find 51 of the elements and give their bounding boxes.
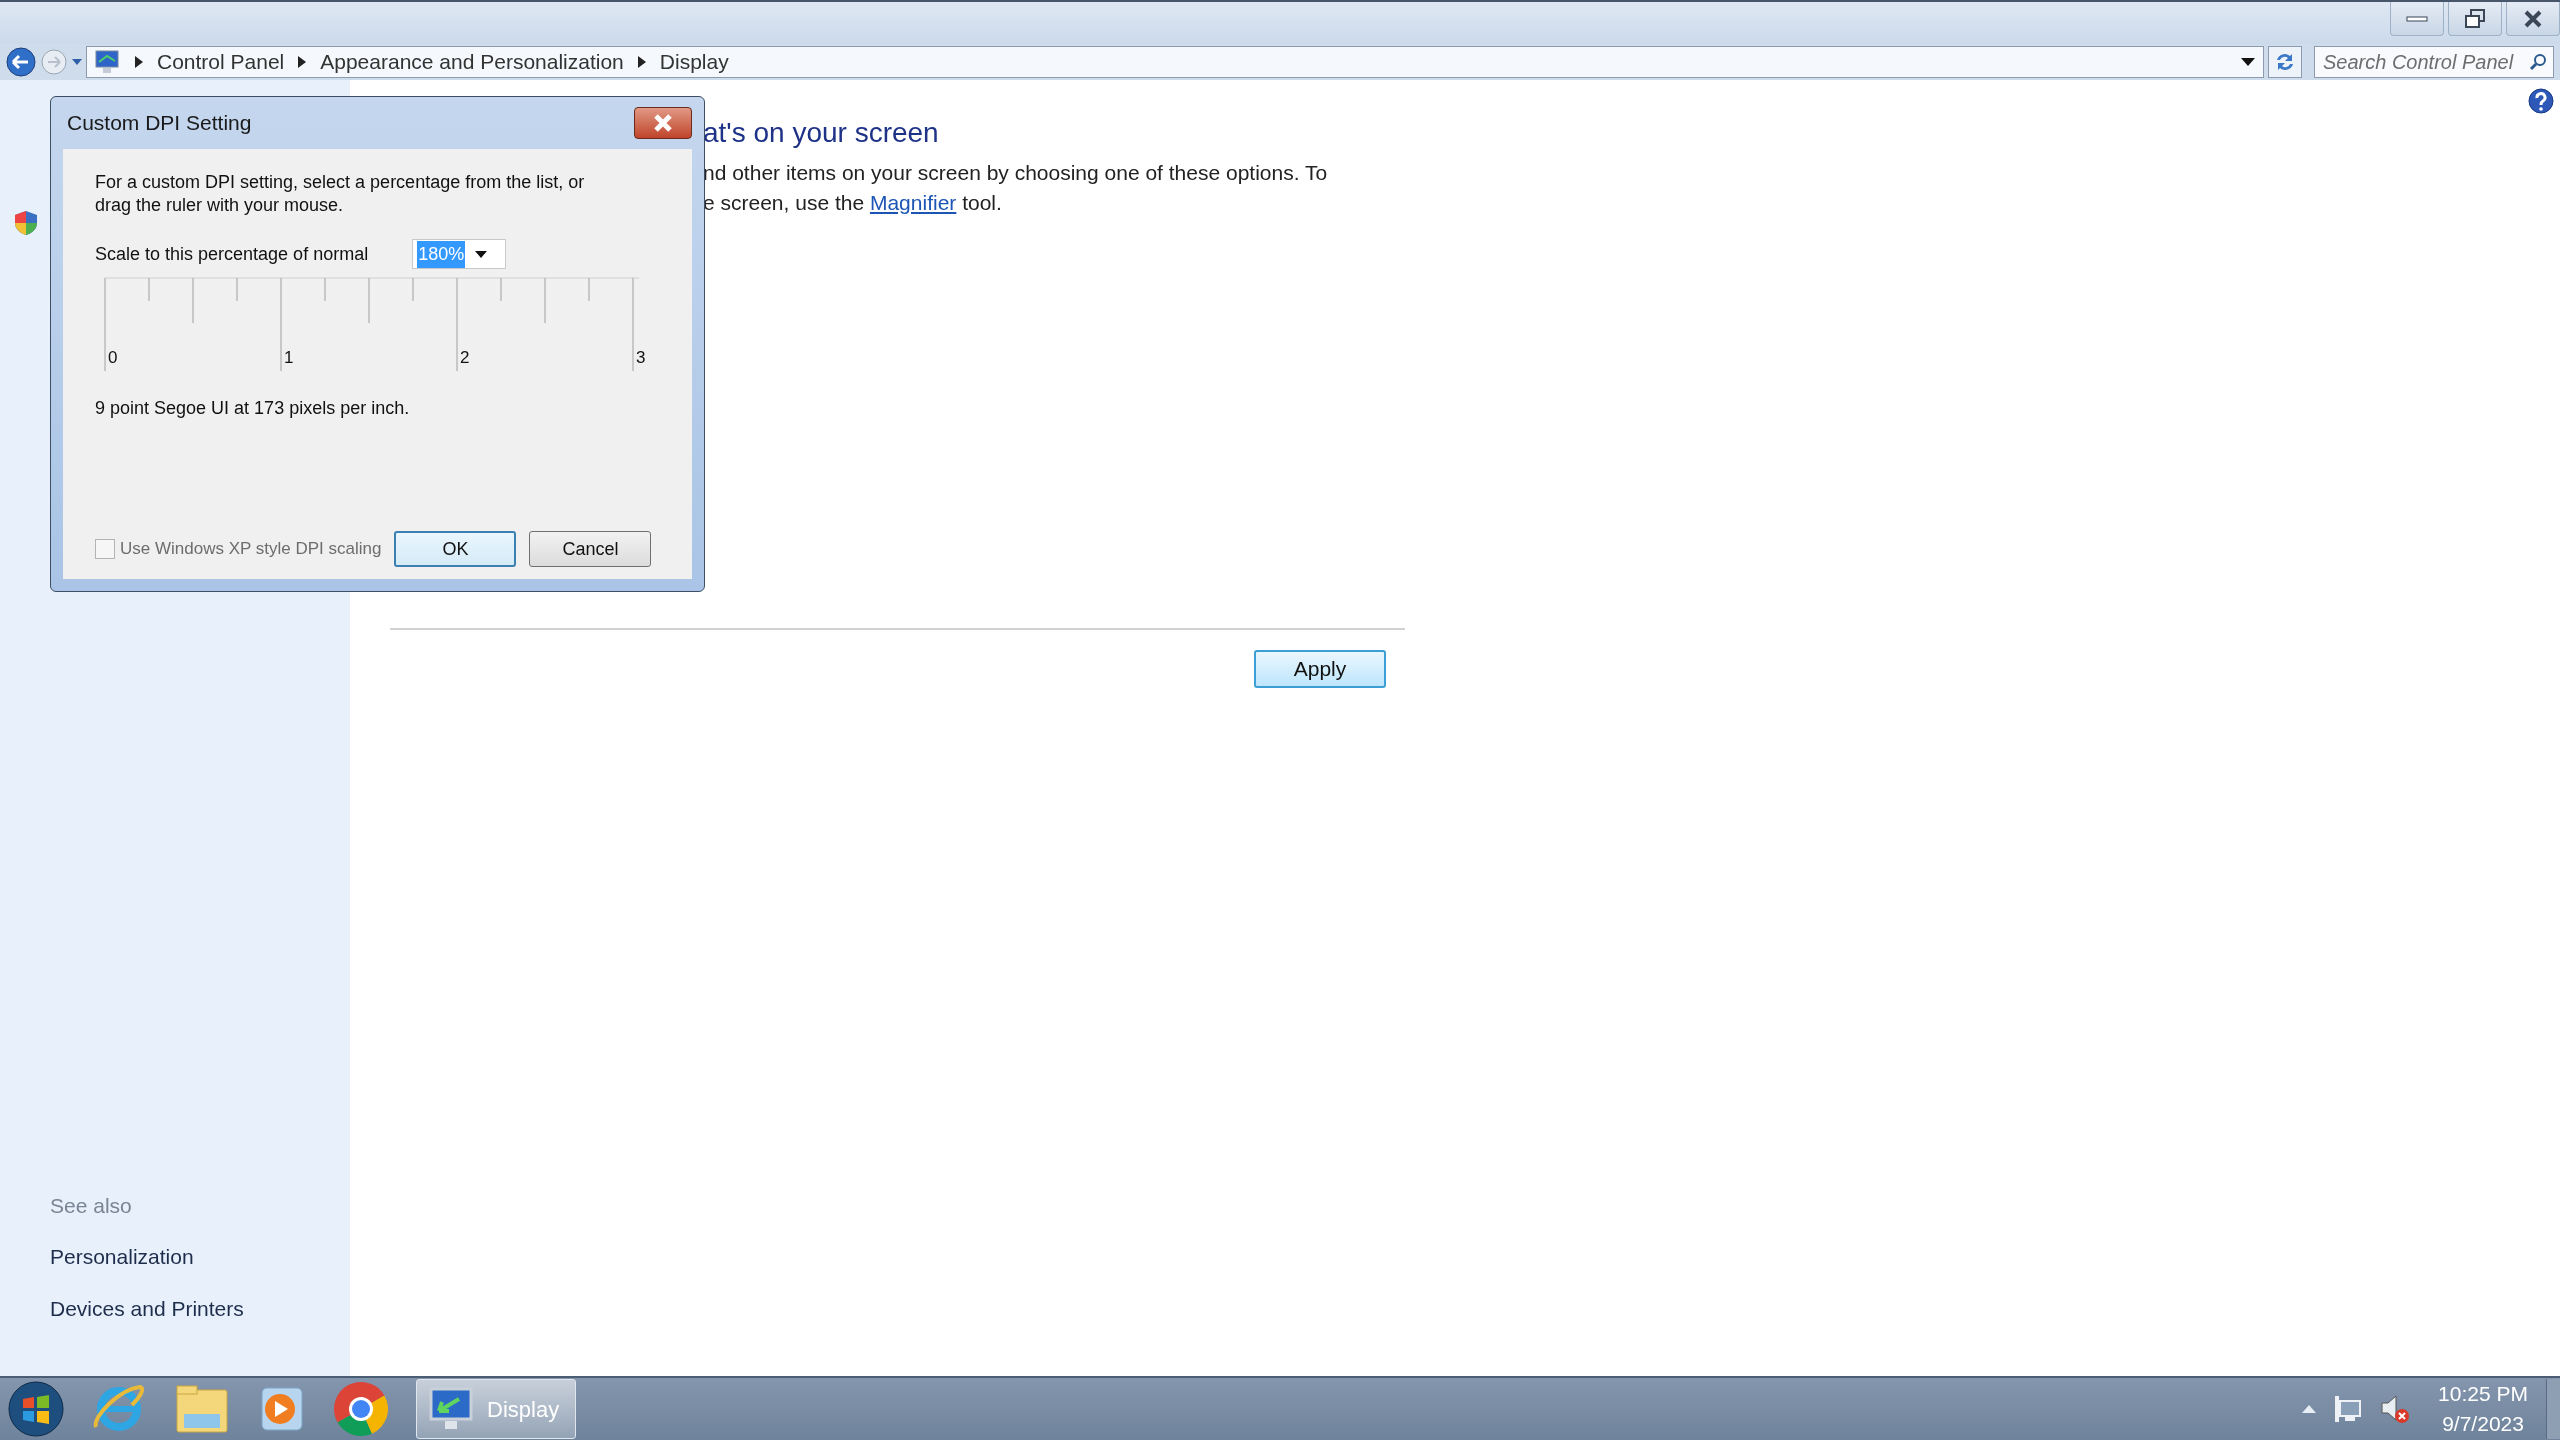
restore-button[interactable] — [2448, 2, 2502, 36]
caret-icon — [475, 250, 488, 258]
breadcrumb-link[interactable]: Control Panel — [157, 46, 285, 78]
refresh-icon — [2274, 51, 2296, 73]
search-icon — [2529, 53, 2547, 71]
magnifier-link[interactable]: Magnifier — [869, 190, 957, 214]
checkbox-label: Use Windows XP style DPI scaling — [120, 538, 382, 561]
close-icon — [2523, 9, 2543, 28]
help-icon[interactable] — [2528, 88, 2554, 114]
folder-icon[interactable] — [174, 1384, 230, 1434]
page-heading: at's on your screen — [703, 116, 940, 150]
ruler-label: 1 — [284, 347, 294, 369]
dialog-button[interactable]: OK — [394, 531, 517, 567]
restore-icon — [2464, 8, 2486, 29]
chevron-icon — [298, 56, 307, 68]
show-hidden-icons-arrow[interactable] — [2302, 1405, 2317, 1413]
chrome-icon[interactable] — [332, 1380, 390, 1438]
computer-icon — [95, 50, 121, 74]
network-icon[interactable] — [2334, 1395, 2363, 1423]
back-button[interactable] — [6, 47, 36, 77]
speaker-muted-icon[interactable] — [2380, 1394, 2411, 1424]
ruler-label: 2 — [460, 347, 470, 369]
ruler-label: 3 — [636, 347, 646, 369]
start-button[interactable] — [8, 1381, 64, 1437]
chevron-icon — [135, 56, 143, 68]
dialog-button[interactable]: Cancel — [529, 531, 652, 567]
sample-text: 9 point Segoe UI at 173 pixels per inch. — [95, 397, 411, 420]
close-button[interactable] — [2506, 2, 2560, 36]
instruction-text: For a custom DPI setting, select a percentage from the list, or drag the ruler with your mouse. — [95, 171, 586, 217]
scale-label: Scale to this percentage of normal — [95, 242, 369, 266]
monitor-icon — [429, 1387, 473, 1431]
close-icon — [652, 113, 674, 133]
history-dropdown[interactable] — [72, 58, 82, 66]
search-field[interactable]: Search Control Panel — [2314, 46, 2554, 78]
breadcrumb-link[interactable]: Appearance and Personalization — [320, 46, 624, 78]
breadcrumb-link[interactable]: Display — [659, 46, 729, 78]
see-also-heading: See also — [50, 1192, 133, 1219]
ruler-label: 0 — [108, 347, 118, 369]
refresh-button[interactable] — [2268, 46, 2302, 78]
dropdown-arrow-icon[interactable] — [2241, 58, 2255, 66]
close-button[interactable] — [634, 107, 692, 139]
chevron-icon — [637, 56, 646, 68]
taskbar-clock[interactable]: 10:25 PM 9/7/2023 — [2438, 1379, 2528, 1439]
address-bar[interactable]: Control Panel Appearance and Personalization Display — [86, 46, 2264, 78]
shield-icon — [14, 210, 38, 236]
show-desktop-button[interactable] — [2546, 1379, 2560, 1439]
apply-button[interactable]: Apply — [1254, 649, 1386, 688]
sidebar-link[interactable]: Personalization — [50, 1241, 194, 1273]
dialog-title: Custom DPI Setting — [66, 110, 252, 137]
sidebar-link[interactable]: Devices and Printers — [50, 1292, 244, 1324]
minimize-icon — [2406, 14, 2428, 23]
